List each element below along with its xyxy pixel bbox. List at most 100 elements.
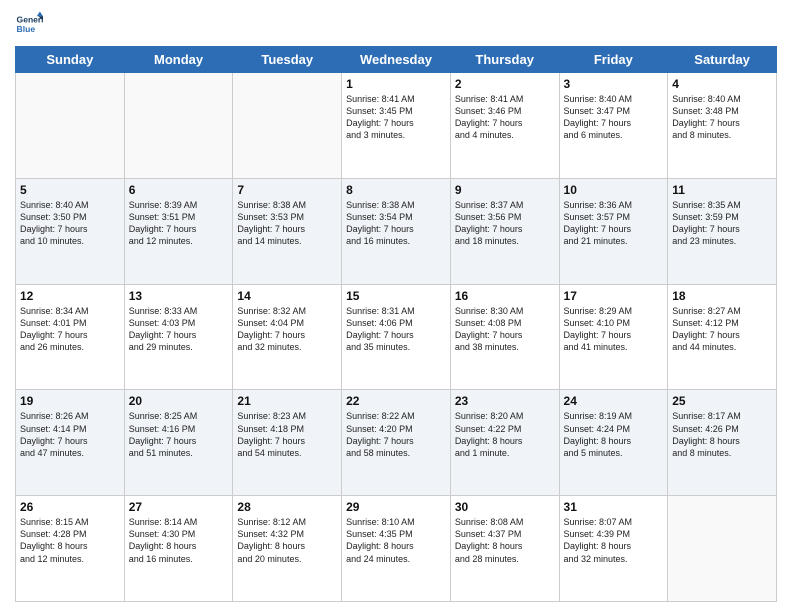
day-number: 21 xyxy=(237,394,337,408)
calendar-cell: 16 Sunrise: 8:30 AM Sunset: 4:08 PM Dayli… xyxy=(450,284,559,390)
day-info: Sunrise: 8:41 AM Sunset: 3:45 PM Dayligh… xyxy=(346,93,446,142)
day-info: Sunrise: 8:30 AM Sunset: 4:08 PM Dayligh… xyxy=(455,305,555,354)
calendar-cell: 27 Sunrise: 8:14 AM Sunset: 4:30 PM Dayli… xyxy=(124,496,233,602)
day-number: 1 xyxy=(346,77,446,91)
calendar-table: SundayMondayTuesdayWednesdayThursdayFrid… xyxy=(15,46,777,602)
day-number: 12 xyxy=(20,289,120,303)
day-number: 4 xyxy=(672,77,772,91)
day-number: 6 xyxy=(129,183,229,197)
day-info: Sunrise: 8:14 AM Sunset: 4:30 PM Dayligh… xyxy=(129,516,229,565)
calendar-cell: 31 Sunrise: 8:07 AM Sunset: 4:39 PM Dayli… xyxy=(559,496,668,602)
calendar-cell: 24Sunrise: 8:19 AM Sunset: 4:24 PM Dayli… xyxy=(559,390,668,496)
day-number: 31 xyxy=(564,500,664,514)
calendar-cell: 21 Sunrise: 8:23 AM Sunset: 4:18 PM Dayli… xyxy=(233,390,342,496)
day-number: 10 xyxy=(564,183,664,197)
calendar-cell: 30Sunrise: 8:08 AM Sunset: 4:37 PM Dayli… xyxy=(450,496,559,602)
day-info: Sunrise: 8:10 AM Sunset: 4:35 PM Dayligh… xyxy=(346,516,446,565)
calendar-cell: 28Sunrise: 8:12 AM Sunset: 4:32 PM Dayli… xyxy=(233,496,342,602)
day-number: 2 xyxy=(455,77,555,91)
day-info: Sunrise: 8:20 AM Sunset: 4:22 PM Dayligh… xyxy=(455,410,555,459)
calendar-week-row: 19 Sunrise: 8:26 AM Sunset: 4:14 PM Dayli… xyxy=(16,390,777,496)
day-number: 30 xyxy=(455,500,555,514)
day-number: 28 xyxy=(237,500,337,514)
calendar-cell: 13 Sunrise: 8:33 AM Sunset: 4:03 PM Dayli… xyxy=(124,284,233,390)
weekday-header-tuesday: Tuesday xyxy=(233,47,342,73)
day-info: Sunrise: 8:38 AM Sunset: 3:54 PM Dayligh… xyxy=(346,199,446,248)
day-info: Sunrise: 8:33 AM Sunset: 4:03 PM Dayligh… xyxy=(129,305,229,354)
day-number: 15 xyxy=(346,289,446,303)
calendar-cell: 6 Sunrise: 8:39 AM Sunset: 3:51 PM Daylig… xyxy=(124,178,233,284)
day-number: 20 xyxy=(129,394,229,408)
calendar-cell: 3 Sunrise: 8:40 AM Sunset: 3:47 PM Daylig… xyxy=(559,73,668,179)
calendar-cell: 15 Sunrise: 8:31 AM Sunset: 4:06 PM Dayli… xyxy=(342,284,451,390)
day-info: Sunrise: 8:38 AM Sunset: 3:53 PM Dayligh… xyxy=(237,199,337,248)
calendar-cell xyxy=(233,73,342,179)
day-number: 17 xyxy=(564,289,664,303)
calendar-cell: 12Sunrise: 8:34 AM Sunset: 4:01 PM Dayli… xyxy=(16,284,125,390)
day-number: 9 xyxy=(455,183,555,197)
day-info: Sunrise: 8:27 AM Sunset: 4:12 PM Dayligh… xyxy=(672,305,772,354)
calendar-week-row: 12Sunrise: 8:34 AM Sunset: 4:01 PM Dayli… xyxy=(16,284,777,390)
calendar-cell: 8 Sunrise: 8:38 AM Sunset: 3:54 PM Daylig… xyxy=(342,178,451,284)
calendar-cell: 25Sunrise: 8:17 AM Sunset: 4:26 PM Dayli… xyxy=(668,390,777,496)
day-info: Sunrise: 8:25 AM Sunset: 4:16 PM Dayligh… xyxy=(129,410,229,459)
calendar-week-row: 5 Sunrise: 8:40 AM Sunset: 3:50 PM Daylig… xyxy=(16,178,777,284)
day-number: 3 xyxy=(564,77,664,91)
weekday-header-friday: Friday xyxy=(559,47,668,73)
calendar-cell: 11 Sunrise: 8:35 AM Sunset: 3:59 PM Dayli… xyxy=(668,178,777,284)
day-info: Sunrise: 8:37 AM Sunset: 3:56 PM Dayligh… xyxy=(455,199,555,248)
day-number: 7 xyxy=(237,183,337,197)
day-info: Sunrise: 8:22 AM Sunset: 4:20 PM Dayligh… xyxy=(346,410,446,459)
logo-icon: General Blue xyxy=(15,10,43,38)
calendar-cell: 1 Sunrise: 8:41 AM Sunset: 3:45 PM Daylig… xyxy=(342,73,451,179)
calendar-week-row: 1 Sunrise: 8:41 AM Sunset: 3:45 PM Daylig… xyxy=(16,73,777,179)
day-info: Sunrise: 8:19 AM Sunset: 4:24 PM Dayligh… xyxy=(564,410,664,459)
day-info: Sunrise: 8:29 AM Sunset: 4:10 PM Dayligh… xyxy=(564,305,664,354)
calendar-cell: 7 Sunrise: 8:38 AM Sunset: 3:53 PM Daylig… xyxy=(233,178,342,284)
svg-text:Blue: Blue xyxy=(17,24,36,34)
weekday-header-row: SundayMondayTuesdayWednesdayThursdayFrid… xyxy=(16,47,777,73)
day-info: Sunrise: 8:41 AM Sunset: 3:46 PM Dayligh… xyxy=(455,93,555,142)
page-header: General Blue xyxy=(15,10,777,38)
calendar-cell: 10 Sunrise: 8:36 AM Sunset: 3:57 PM Dayli… xyxy=(559,178,668,284)
calendar-week-row: 26Sunrise: 8:15 AM Sunset: 4:28 PM Dayli… xyxy=(16,496,777,602)
day-info: Sunrise: 8:40 AM Sunset: 3:50 PM Dayligh… xyxy=(20,199,120,248)
day-info: Sunrise: 8:36 AM Sunset: 3:57 PM Dayligh… xyxy=(564,199,664,248)
calendar-cell xyxy=(668,496,777,602)
day-info: Sunrise: 8:40 AM Sunset: 3:47 PM Dayligh… xyxy=(564,93,664,142)
day-number: 14 xyxy=(237,289,337,303)
day-number: 18 xyxy=(672,289,772,303)
weekday-header-monday: Monday xyxy=(124,47,233,73)
weekday-header-saturday: Saturday xyxy=(668,47,777,73)
day-info: Sunrise: 8:15 AM Sunset: 4:28 PM Dayligh… xyxy=(20,516,120,565)
day-number: 27 xyxy=(129,500,229,514)
calendar-cell: 17 Sunrise: 8:29 AM Sunset: 4:10 PM Dayli… xyxy=(559,284,668,390)
day-number: 8 xyxy=(346,183,446,197)
calendar-cell xyxy=(124,73,233,179)
day-number: 13 xyxy=(129,289,229,303)
day-info: Sunrise: 8:32 AM Sunset: 4:04 PM Dayligh… xyxy=(237,305,337,354)
day-number: 29 xyxy=(346,500,446,514)
day-number: 11 xyxy=(672,183,772,197)
logo: General Blue xyxy=(15,10,43,38)
day-info: Sunrise: 8:26 AM Sunset: 4:14 PM Dayligh… xyxy=(20,410,120,459)
weekday-header-wednesday: Wednesday xyxy=(342,47,451,73)
day-info: Sunrise: 8:39 AM Sunset: 3:51 PM Dayligh… xyxy=(129,199,229,248)
day-info: Sunrise: 8:23 AM Sunset: 4:18 PM Dayligh… xyxy=(237,410,337,459)
day-number: 5 xyxy=(20,183,120,197)
day-info: Sunrise: 8:07 AM Sunset: 4:39 PM Dayligh… xyxy=(564,516,664,565)
day-info: Sunrise: 8:35 AM Sunset: 3:59 PM Dayligh… xyxy=(672,199,772,248)
calendar-cell: 2 Sunrise: 8:41 AM Sunset: 3:46 PM Daylig… xyxy=(450,73,559,179)
calendar-cell: 5 Sunrise: 8:40 AM Sunset: 3:50 PM Daylig… xyxy=(16,178,125,284)
calendar-cell: 29 Sunrise: 8:10 AM Sunset: 4:35 PM Dayli… xyxy=(342,496,451,602)
calendar-cell: 19 Sunrise: 8:26 AM Sunset: 4:14 PM Dayli… xyxy=(16,390,125,496)
calendar-cell: 9 Sunrise: 8:37 AM Sunset: 3:56 PM Daylig… xyxy=(450,178,559,284)
calendar-cell xyxy=(16,73,125,179)
calendar-cell: 22Sunrise: 8:22 AM Sunset: 4:20 PM Dayli… xyxy=(342,390,451,496)
calendar-cell: 4 Sunrise: 8:40 AM Sunset: 3:48 PM Daylig… xyxy=(668,73,777,179)
day-info: Sunrise: 8:31 AM Sunset: 4:06 PM Dayligh… xyxy=(346,305,446,354)
calendar-cell: 14 Sunrise: 8:32 AM Sunset: 4:04 PM Dayli… xyxy=(233,284,342,390)
day-info: Sunrise: 8:40 AM Sunset: 3:48 PM Dayligh… xyxy=(672,93,772,142)
day-number: 16 xyxy=(455,289,555,303)
day-number: 19 xyxy=(20,394,120,408)
